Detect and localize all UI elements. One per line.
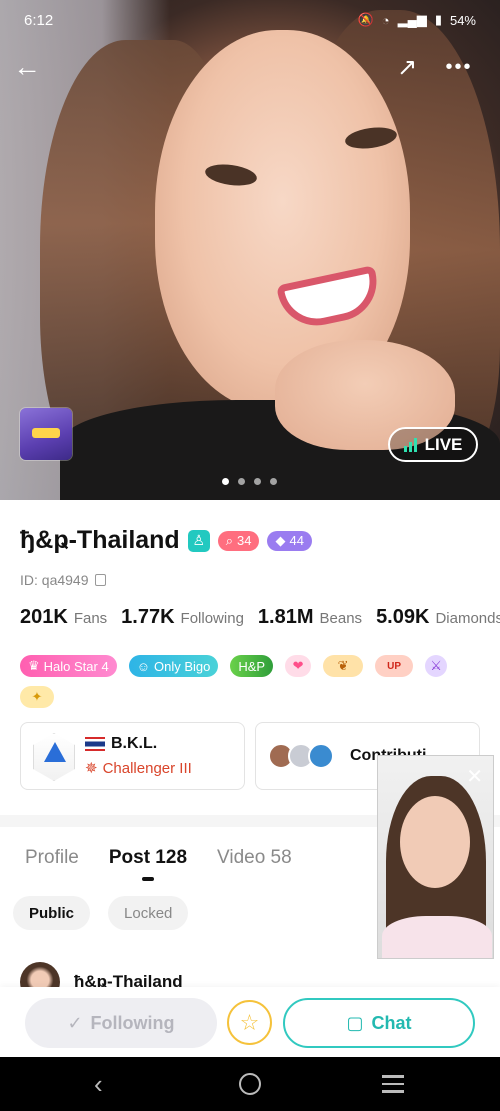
profile-photo-carousel[interactable]: 6:12 🔕 ◔ ▂▄▆ ▮ 54% ← ↗ ••• LIVE xyxy=(0,0,500,500)
up-medal-icon[interactable]: UP xyxy=(375,655,414,677)
user-id: ID: qa4949 xyxy=(20,572,89,588)
nav-recents-icon[interactable] xyxy=(382,1075,404,1093)
favorite-star-button[interactable]: ☆ xyxy=(227,1000,272,1045)
profile-name: ђ&ҏ-Thailand xyxy=(20,526,180,554)
status-bar: 6:12 🔕 ◔ ▂▄▆ ▮ 54% xyxy=(0,0,500,40)
swords-medal-icon[interactable]: ⚔ xyxy=(425,655,448,677)
mute-icon: 🔕 xyxy=(357,12,374,27)
name-row: ђ&ҏ-Thailand ♙ ⌕ 34 ◆ 44 xyxy=(20,526,312,555)
signal-icon: ▂▄▆ xyxy=(397,12,427,27)
event-thumbnail[interactable] xyxy=(20,408,72,460)
only-bigo-label: Only Bigo xyxy=(153,658,211,674)
nav-home-icon[interactable] xyxy=(239,1073,261,1095)
hp-badge[interactable]: H&P xyxy=(230,655,274,677)
only-bigo-badge[interactable]: ☺ Only Bigo xyxy=(128,655,219,677)
tab-video[interactable]: Video 58 xyxy=(217,847,292,869)
family-logo xyxy=(33,733,75,781)
action-bar: ✓ Following ☆ ▢ Chat xyxy=(0,987,500,1057)
fans-label[interactable]: Fans xyxy=(74,610,107,627)
chat-bubble-icon: ▢ xyxy=(346,1012,364,1033)
diamonds-count[interactable]: 5.09K xyxy=(376,606,429,629)
user-level-value: 34 xyxy=(237,533,252,548)
chat-label: Chat xyxy=(371,1012,412,1033)
copy-icon[interactable] xyxy=(94,574,106,586)
carousel-dot xyxy=(238,478,245,485)
heart-medal-icon[interactable]: ❤ xyxy=(285,655,312,677)
pip-face xyxy=(400,796,470,888)
nav-back-icon[interactable]: ‹ xyxy=(94,1069,103,1100)
following-label: Following xyxy=(90,1012,175,1033)
top-actions: ← ↗ ••• xyxy=(0,50,500,90)
live-bars-icon xyxy=(403,437,417,452)
family-name: B.K.L. xyxy=(111,735,158,752)
crown-icon: ♛ xyxy=(28,658,40,673)
filter-public[interactable]: Public xyxy=(13,896,91,930)
battery-icon: ▮ xyxy=(434,12,442,27)
user-id-row: ID: qa4949 xyxy=(20,572,106,588)
more-options-icon[interactable]: ••• xyxy=(444,52,474,82)
live-button[interactable]: LIVE xyxy=(388,427,478,462)
fans-count[interactable]: 201K xyxy=(20,606,68,629)
profile-stats: 201K Fans 1.77K Following 1.81M Beans 5.… xyxy=(20,606,500,629)
following-button[interactable]: ✓ Following xyxy=(25,998,217,1048)
beans-count[interactable]: 1.81M xyxy=(258,606,314,629)
carousel-dot xyxy=(254,478,261,485)
share-icon[interactable]: ↗ xyxy=(392,52,422,82)
check-icon: ✓ xyxy=(67,1012,83,1033)
tab-post[interactable]: Post 128 xyxy=(109,847,187,869)
user-level-badge[interactable]: ⌕ 34 xyxy=(217,530,260,551)
diamond-icon: ◆ xyxy=(275,532,286,548)
contributor-avatars xyxy=(268,743,334,769)
post-filter: Public Locked xyxy=(13,896,189,930)
status-icons: 🔕 ◔ ▂▄▆ ▮ 54% xyxy=(358,12,476,28)
avatar xyxy=(308,743,334,769)
system-nav-bar: ‹ xyxy=(0,1057,500,1111)
pip-shirt xyxy=(382,916,492,958)
tab-profile[interactable]: Profile xyxy=(25,847,79,869)
thailand-flag-icon xyxy=(85,737,105,751)
chat-button[interactable]: ▢ Chat xyxy=(283,998,475,1048)
halo-star-label: Halo Star 4 xyxy=(43,658,109,674)
wifi-icon: ◔ xyxy=(381,12,390,28)
battery-level: 54% xyxy=(449,12,476,28)
halo-star-badge[interactable]: ♛ Halo Star 4 xyxy=(20,655,117,677)
carousel-indicator xyxy=(222,478,277,485)
carousel-dot xyxy=(270,478,277,485)
family-card[interactable]: B.K.L. ✵ Challenger III xyxy=(20,722,245,790)
carousel-dot xyxy=(222,478,229,485)
wings-medal-icon[interactable]: ❦ xyxy=(323,655,364,677)
filter-locked[interactable]: Locked xyxy=(108,896,189,930)
host-level-badge[interactable]: ◆ 44 xyxy=(267,530,312,551)
rank-icon: ✵ xyxy=(85,760,98,777)
avatar-icon: ☺ xyxy=(136,658,150,674)
host-level-value: 44 xyxy=(289,533,304,548)
family-rank-label: Challenger III xyxy=(102,759,192,777)
live-label: LIVE xyxy=(424,434,463,454)
following-label[interactable]: Following xyxy=(181,610,244,627)
verified-user-icon: ♙ xyxy=(187,529,210,552)
profile-tabs: Profile Post 128 Video 58 xyxy=(25,847,292,869)
search-icon: ⌕ xyxy=(225,532,233,548)
hp-label: H&P xyxy=(238,658,266,674)
close-icon[interactable]: ✕ xyxy=(466,764,483,789)
diamonds-label[interactable]: Diamonds xyxy=(435,610,500,627)
star-icon: ☆ xyxy=(239,1009,260,1035)
beans-label[interactable]: Beans xyxy=(320,610,363,627)
status-time: 6:12 xyxy=(24,12,54,29)
badge-list: ♛ Halo Star 4 ☺ Only Bigo H&P ❤ ❦ UP ⚔ ✦ xyxy=(20,655,480,708)
back-arrow-icon[interactable]: ← xyxy=(10,50,44,84)
gold-medal-icon[interactable]: ✦ xyxy=(20,686,54,708)
following-count[interactable]: 1.77K xyxy=(121,606,174,629)
family-rank: ✵ Challenger III xyxy=(85,759,192,778)
picture-in-picture-video[interactable]: ✕ xyxy=(377,755,494,959)
